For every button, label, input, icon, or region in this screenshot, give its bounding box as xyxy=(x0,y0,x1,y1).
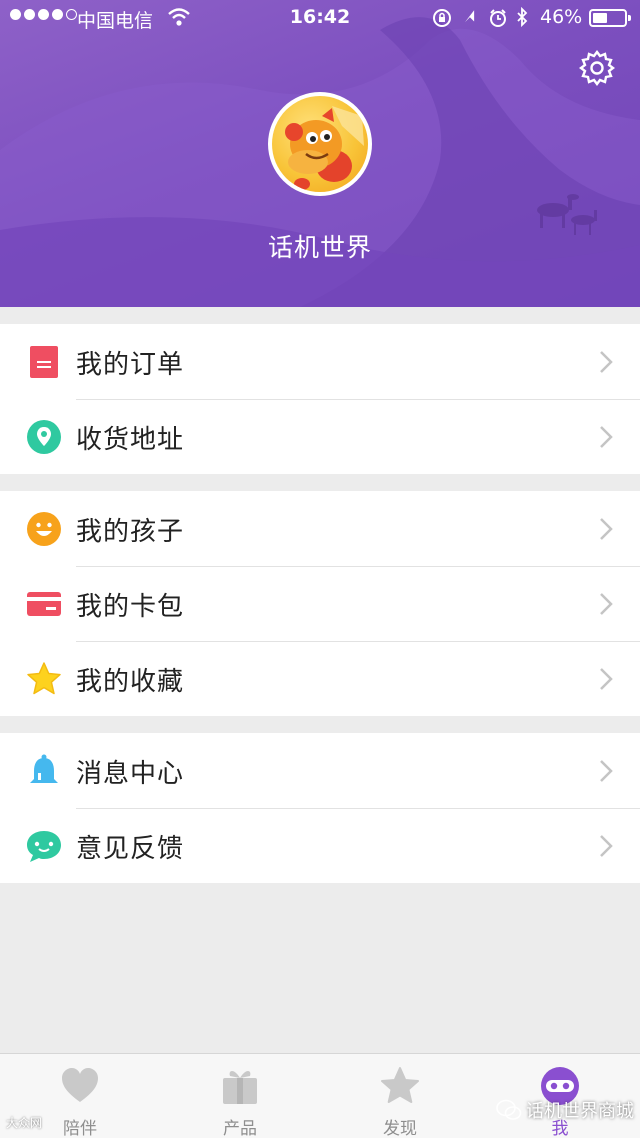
watermark: 话机世界商城 xyxy=(496,1097,634,1123)
menu-item-card-wallet[interactable]: 我的卡包 xyxy=(0,566,640,641)
menu-group-orders: 我的订单 收货地址 xyxy=(0,324,640,474)
heart-icon xyxy=(62,1068,98,1102)
wechat-icon xyxy=(496,1099,522,1120)
menu-item-label: 我的孩子 xyxy=(76,517,185,547)
chevron-right-icon xyxy=(600,351,613,373)
tab-label: 产品 xyxy=(223,1119,257,1138)
battery-icon xyxy=(589,9,631,27)
chevron-right-icon xyxy=(600,518,613,540)
tab-bar: 陪伴 产品 发现 我 xyxy=(0,1053,640,1138)
chevron-right-icon xyxy=(600,426,613,448)
smiley-icon xyxy=(27,512,61,546)
menu-item-label: 我的收藏 xyxy=(76,667,185,697)
alarm-icon xyxy=(490,9,506,27)
menu-group-personal: 我的孩子 我的卡包 我的收藏 xyxy=(0,491,640,716)
watermark-small: 大众网 xyxy=(6,1116,43,1130)
order-icon xyxy=(30,346,58,378)
bluetooth-icon xyxy=(517,7,528,28)
menu-item-label: 收货地址 xyxy=(76,425,185,455)
bell-icon xyxy=(30,754,58,783)
chevron-right-icon xyxy=(600,835,613,857)
menu-item-orders[interactable]: 我的订单 xyxy=(0,324,640,399)
menu-item-messages[interactable]: 消息中心 xyxy=(0,733,640,808)
menu-item-address[interactable]: 收货地址 xyxy=(0,399,640,474)
menu-item-feedback[interactable]: 意见反馈 xyxy=(0,808,640,883)
tab-discover[interactable]: 发现 xyxy=(320,1054,480,1138)
menu-item-label: 我的卡包 xyxy=(76,592,185,622)
menu-item-label: 意见反馈 xyxy=(76,834,185,864)
avatar[interactable] xyxy=(268,92,372,196)
gift-icon xyxy=(223,1071,257,1104)
settings-gear-icon[interactable] xyxy=(578,49,616,87)
battery-percent: 46% xyxy=(540,6,583,28)
location-arrow-icon xyxy=(464,10,475,23)
username: 话机世界 xyxy=(267,233,372,262)
status-icons xyxy=(433,7,528,28)
chevron-right-icon xyxy=(600,593,613,615)
menu-item-label: 我的订单 xyxy=(76,350,185,380)
menu-item-label: 消息中心 xyxy=(76,759,185,789)
card-icon xyxy=(27,592,61,616)
menu-group-support: 消息中心 意见反馈 xyxy=(0,733,640,883)
watermark-text: 话机世界商城 xyxy=(526,1101,634,1122)
star-icon xyxy=(27,662,61,695)
tab-products[interactable]: 产品 xyxy=(160,1054,320,1138)
status-bar: 中国电信 16:42 46% xyxy=(0,0,640,36)
tab-me[interactable]: 我 xyxy=(480,1054,640,1138)
rotation-lock-icon xyxy=(433,9,451,27)
chat-icon xyxy=(27,831,61,862)
chevron-right-icon xyxy=(600,760,613,782)
tab-label: 发现 xyxy=(383,1119,417,1138)
menu-item-favorites[interactable]: 我的收藏 xyxy=(0,641,640,716)
menu-item-children[interactable]: 我的孩子 xyxy=(0,491,640,566)
cartoon-character-avatar xyxy=(285,106,364,190)
chevron-right-icon xyxy=(600,668,613,690)
profile-header: 中国电信 16:42 46% 话机世界 xyxy=(0,0,640,307)
location-icon xyxy=(27,420,61,454)
star-icon xyxy=(381,1067,419,1103)
